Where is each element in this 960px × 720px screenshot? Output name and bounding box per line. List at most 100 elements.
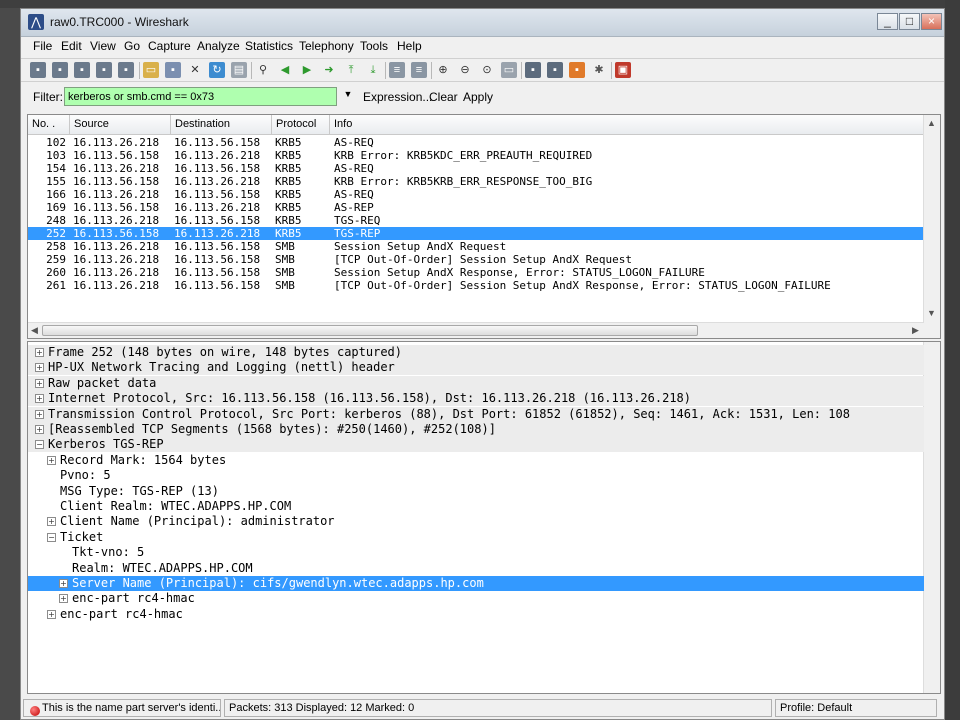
- detail-tree-item[interactable]: Client Realm: WTEC.ADAPPS.HP.COM: [28, 499, 924, 514]
- expand-plus-icon[interactable]: +: [35, 409, 44, 419]
- capture-options-icon[interactable]: ▪: [52, 62, 68, 78]
- open-file-icon[interactable]: ▭: [143, 62, 159, 78]
- detail-tree-item[interactable]: + Raw packet data: [28, 375, 924, 391]
- detail-tree-item[interactable]: + [Reassembled TCP Segments (1568 bytes):…: [28, 422, 924, 437]
- packet-row[interactable]: 260 16.113.26.218 16.113.56.158 SMB Session …: [28, 266, 924, 279]
- collapse-minus-icon[interactable]: −: [47, 532, 56, 542]
- packet-row[interactable]: 248 16.113.26.218 16.113.56.158 KRB5 TGS-REQ: [28, 214, 924, 227]
- zoom-in-icon[interactable]: ⊕: [435, 62, 451, 78]
- detail-tree-item[interactable]: + enc-part rc4-hmac: [28, 591, 924, 606]
- scroll-right-arrow-icon[interactable]: ▶: [912, 325, 919, 336]
- collapse-minus-icon[interactable]: −: [35, 440, 44, 450]
- zoom-out-icon[interactable]: ⊖: [457, 62, 473, 78]
- filter-dropdown-arrow-icon[interactable]: ▼: [341, 89, 355, 103]
- packet-row[interactable]: 155 16.113.56.158 16.113.26.218 KRB5 KRB Err…: [28, 175, 924, 188]
- details-vertical-scrollbar[interactable]: [923, 342, 940, 693]
- menu-help[interactable]: Help: [397, 39, 422, 53]
- menu-file[interactable]: File: [33, 39, 52, 53]
- detail-tree-item[interactable]: Realm: WTEC.ADAPPS.HP.COM: [28, 561, 924, 576]
- expand-plus-icon[interactable]: +: [47, 455, 56, 465]
- go-back-icon[interactable]: ◀: [277, 62, 293, 78]
- expand-plus-icon[interactable]: +: [47, 609, 56, 619]
- find-packet-icon[interactable]: ⚲: [255, 62, 271, 78]
- detail-tree-item[interactable]: + Record Mark: 1564 bytes: [28, 453, 924, 468]
- stop-capture-icon[interactable]: ▪: [96, 62, 112, 78]
- menu-go[interactable]: Go: [124, 39, 140, 53]
- detail-tree-item[interactable]: − Ticket: [28, 530, 924, 545]
- go-last-icon[interactable]: ⤓: [365, 62, 381, 78]
- detail-tree-item[interactable]: Tkt-vno: 5: [28, 545, 924, 560]
- expand-plus-icon[interactable]: +: [59, 594, 68, 604]
- packet-list-horizontal-scrollbar[interactable]: ◀ ▶: [28, 322, 924, 338]
- display-filter-input[interactable]: [64, 87, 337, 106]
- save-file-icon[interactable]: ▪: [165, 62, 181, 78]
- start-capture-icon[interactable]: ▪: [74, 62, 90, 78]
- close-button[interactable]: ×: [921, 13, 942, 30]
- status-profile[interactable]: Profile: Default: [775, 699, 937, 717]
- detail-tree-item[interactable]: Pvno: 5: [28, 468, 924, 483]
- go-to-packet-icon[interactable]: ➜: [321, 62, 337, 78]
- menu-statistics[interactable]: Statistics: [245, 39, 293, 53]
- column-header-no[interactable]: No. .: [28, 115, 70, 135]
- display-filters-icon[interactable]: ▪: [547, 62, 563, 78]
- expand-plus-icon[interactable]: +: [47, 517, 56, 527]
- menu-view[interactable]: View: [90, 39, 116, 53]
- expand-plus-icon[interactable]: +: [35, 394, 44, 404]
- restart-capture-icon[interactable]: ▪: [118, 62, 134, 78]
- packet-row[interactable]: 154 16.113.26.218 16.113.56.158 KRB5 AS-REQ: [28, 162, 924, 175]
- detail-tree-item[interactable]: + Client Name (Principal): administrator: [28, 514, 924, 529]
- auto-scroll-icon[interactable]: ≡: [411, 62, 427, 78]
- packet-row[interactable]: 259 16.113.26.218 16.113.56.158 SMB [TCP Out…: [28, 253, 924, 266]
- detail-tree-item[interactable]: + Internet Protocol, Src: 16.113.56.158 (…: [28, 391, 924, 407]
- close-file-icon[interactable]: ✕: [187, 62, 203, 78]
- menu-edit[interactable]: Edit: [61, 39, 82, 53]
- expand-plus-icon[interactable]: +: [35, 425, 44, 434]
- column-header-protocol[interactable]: Protocol: [272, 115, 330, 135]
- packet-row[interactable]: 252 16.113.56.158 16.113.26.218 KRB5 TGS-REP: [28, 227, 924, 240]
- maximize-button[interactable]: □: [899, 13, 920, 30]
- expert-info-led-icon[interactable]: [30, 706, 40, 716]
- colorize-icon[interactable]: ≡: [389, 62, 405, 78]
- expand-plus-icon[interactable]: +: [35, 378, 44, 388]
- detail-tree-item[interactable]: + Server Name (Principal): cifs/gwendlyn.…: [28, 576, 924, 591]
- help-icon[interactable]: ▣: [615, 62, 631, 78]
- menu-telephony[interactable]: Telephony: [299, 39, 354, 53]
- column-header-destination[interactable]: Destination: [171, 115, 272, 135]
- minimize-button[interactable]: _: [877, 13, 898, 30]
- detail-tree-item[interactable]: + Transmission Control Protocol, Src Port…: [28, 406, 924, 422]
- go-first-icon[interactable]: ⤒: [343, 62, 359, 78]
- column-header-info[interactable]: Info: [330, 115, 924, 135]
- packet-row[interactable]: 258 16.113.26.218 16.113.56.158 SMB Session …: [28, 240, 924, 253]
- packet-row[interactable]: 102 16.113.26.218 16.113.56.158 KRB5 AS-REQ: [28, 136, 924, 149]
- preferences-icon[interactable]: ✱: [591, 62, 607, 78]
- expand-plus-icon[interactable]: +: [59, 579, 68, 588]
- interfaces-icon[interactable]: ▪: [30, 62, 46, 78]
- packet-row[interactable]: 103 16.113.56.158 16.113.26.218 KRB5 KRB Err…: [28, 149, 924, 162]
- resize-columns-icon[interactable]: ▭: [501, 62, 517, 78]
- expand-plus-icon[interactable]: +: [35, 363, 44, 373]
- menu-capture[interactable]: Capture: [148, 39, 191, 53]
- expression-button[interactable]: Expression...: [363, 90, 432, 104]
- detail-tree-item[interactable]: − Kerberos TGS-REP: [28, 437, 924, 453]
- packet-list-vertical-scrollbar[interactable]: ▲ ▼: [923, 115, 940, 338]
- packet-row[interactable]: 169 16.113.56.158 16.113.26.218 KRB5 AS-REP: [28, 201, 924, 214]
- packet-row[interactable]: 261 16.113.26.218 16.113.56.158 SMB [TCP Out…: [28, 279, 924, 292]
- scroll-left-arrow-icon[interactable]: ◀: [31, 325, 38, 336]
- apply-button[interactable]: Apply: [463, 90, 493, 104]
- scroll-up-arrow-icon[interactable]: ▲: [927, 118, 936, 128]
- go-forward-icon[interactable]: ▶: [299, 62, 315, 78]
- coloring-rules-icon[interactable]: ▪: [569, 62, 585, 78]
- title-bar[interactable]: ⋀ raw0.TRC000 - Wireshark _ □ ×: [21, 9, 944, 37]
- expand-plus-icon[interactable]: +: [35, 348, 44, 357]
- menu-tools[interactable]: Tools: [360, 39, 388, 53]
- detail-tree-item[interactable]: + Frame 252 (148 bytes on wire, 148 bytes…: [28, 345, 924, 360]
- menu-analyze[interactable]: Analyze: [197, 39, 240, 53]
- detail-tree-item[interactable]: + enc-part rc4-hmac: [28, 607, 924, 622]
- capture-filters-icon[interactable]: ▪: [525, 62, 541, 78]
- packet-row[interactable]: 166 16.113.26.218 16.113.56.158 KRB5 AS-REQ: [28, 188, 924, 201]
- zoom-normal-icon[interactable]: ⊙: [479, 62, 495, 78]
- print-icon[interactable]: ▤: [231, 62, 247, 78]
- clear-button[interactable]: Clear: [429, 90, 458, 104]
- reload-icon[interactable]: ↻: [209, 62, 225, 78]
- detail-tree-item[interactable]: + HP-UX Network Tracing and Logging (nett…: [28, 360, 924, 376]
